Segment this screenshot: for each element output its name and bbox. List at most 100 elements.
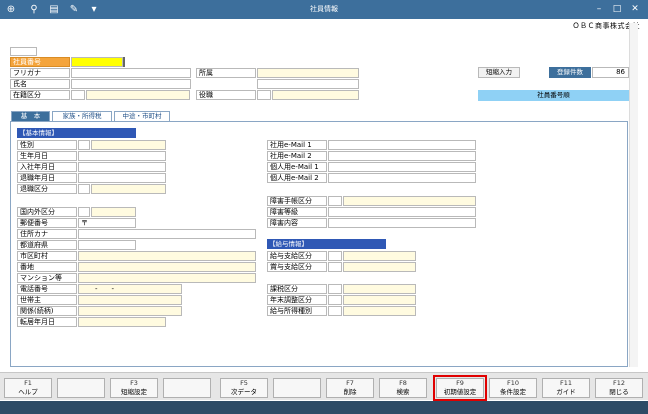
building-input[interactable]: [78, 273, 256, 283]
birth-input[interactable]: [78, 151, 166, 161]
vertical-scrollbar[interactable]: [629, 23, 638, 367]
income-type-name-field: [343, 306, 416, 316]
post-label: 役職: [196, 90, 256, 100]
dept-label: 所属: [196, 68, 256, 78]
salary-section-header: 【給与情報】: [267, 239, 386, 249]
f3-button[interactable]: F3 短縮設定: [110, 378, 158, 398]
move-date-input[interactable]: [78, 317, 166, 327]
prefecture-input[interactable]: [78, 240, 136, 250]
domestic-code-input[interactable]: [78, 207, 90, 217]
postal-mark: 〒: [81, 219, 88, 227]
income-type-label: 給与所得種別: [267, 306, 327, 316]
dept-sub-field: [257, 79, 359, 89]
address-kana-label: 住所カナ: [17, 229, 77, 239]
disability-card-code-input[interactable]: [328, 196, 342, 206]
relation-label: 関係(続柄): [17, 306, 77, 316]
gender-name-field: [91, 140, 166, 150]
city-input[interactable]: [78, 251, 256, 261]
emp-no-input[interactable]: [71, 57, 123, 67]
name-label: 氏名: [10, 79, 70, 89]
status-label: 在籍区分: [10, 90, 70, 100]
disability-card-label: 障害手帳区分: [267, 196, 327, 206]
tax-type-code-input[interactable]: [328, 284, 342, 294]
postal-input[interactable]: 〒: [78, 218, 136, 228]
photo-frame: [10, 47, 37, 56]
title-bar: ⊕ ⚲ ▤ ✎ ▾ 社員情報 – □ ✕: [0, 0, 648, 19]
email1-input[interactable]: [328, 140, 476, 150]
householder-input[interactable]: [78, 295, 182, 305]
bonus-pay-code-input[interactable]: [328, 262, 342, 272]
f5-button[interactable]: F5 次データ: [220, 378, 268, 398]
tax-type-name-field: [343, 284, 416, 294]
f2-button[interactable]: [57, 378, 105, 398]
function-key-bar: F1 ヘルプ F3 短縮設定 F5 次データ F7 削除 F8 検索 F9 初期値設定 F1…: [0, 372, 648, 401]
building-label: マンション等: [17, 273, 77, 283]
personal-email2-label: 個人用e-Mail 2: [267, 173, 327, 183]
f4-button[interactable]: [163, 378, 211, 398]
salary-pay-name-field: [343, 251, 416, 261]
join-label: 入社年月日: [17, 162, 77, 172]
street-label: 番地: [17, 262, 77, 272]
year-end-label: 年末調整区分: [267, 295, 327, 305]
f9-button[interactable]: F9 初期値設定: [433, 375, 487, 401]
basic-section-header: 【基本情報】: [17, 128, 136, 138]
emp-no-label: 社員番号: [10, 57, 70, 67]
disability-detail-label: 障害内容: [267, 218, 327, 228]
salary-pay-code-input[interactable]: [328, 251, 342, 261]
email1-label: 社用e-Mail 1: [267, 140, 327, 150]
dept-field: [257, 68, 359, 78]
retire-date-label: 退職年月日: [17, 173, 77, 183]
text-cursor: [123, 57, 125, 67]
salary-pay-label: 給与支給区分: [267, 251, 327, 261]
f12-button[interactable]: F12 閉じる: [595, 378, 643, 398]
move-date-label: 転居年月日: [17, 317, 77, 327]
phone-input[interactable]: - -: [78, 284, 182, 294]
email2-input[interactable]: [328, 151, 476, 161]
domestic-name-field: [91, 207, 136, 217]
post-name-field: [272, 90, 359, 100]
f10-button[interactable]: F10 条件設定: [489, 378, 537, 398]
post-code-input[interactable]: [257, 90, 271, 100]
disability-grade-input[interactable]: [328, 207, 476, 217]
personal-email2-input[interactable]: [328, 173, 476, 183]
f1-button[interactable]: F1 ヘルプ: [4, 378, 52, 398]
householder-label: 世帯主: [17, 295, 77, 305]
f8-button[interactable]: F8 検索: [379, 378, 427, 398]
personal-email1-label: 個人用e-Mail 1: [267, 162, 327, 172]
birth-label: 生年月日: [17, 151, 77, 161]
status-name-field: [86, 90, 190, 100]
relation-input[interactable]: [78, 306, 182, 316]
f7-button[interactable]: F7 削除: [326, 378, 374, 398]
gender-code-input[interactable]: [78, 140, 90, 150]
retire-type-code-input[interactable]: [78, 184, 90, 194]
status-code-input[interactable]: [71, 90, 85, 100]
close-icon[interactable]: ✕: [628, 3, 642, 16]
phone-label: 電話番号: [17, 284, 77, 294]
gender-label: 性別: [17, 140, 77, 150]
furigana-input[interactable]: [71, 68, 191, 78]
short-input-button[interactable]: 短縮入力: [478, 67, 520, 78]
minimize-icon[interactable]: –: [592, 3, 606, 16]
join-input[interactable]: [78, 162, 166, 172]
address-kana-input[interactable]: [78, 229, 256, 239]
street-input[interactable]: [78, 262, 256, 272]
disability-detail-input[interactable]: [328, 218, 476, 228]
city-label: 市区町村: [17, 251, 77, 261]
retire-date-input[interactable]: [78, 173, 166, 183]
prefecture-label: 都道府県: [17, 240, 77, 250]
postal-label: 郵便番号: [17, 218, 77, 228]
bonus-pay-name-field: [343, 262, 416, 272]
personal-email1-input[interactable]: [328, 162, 476, 172]
furigana-label: フリガナ: [10, 68, 70, 78]
year-end-code-input[interactable]: [328, 295, 342, 305]
income-type-code-input[interactable]: [328, 306, 342, 316]
reg-count-value: 86: [592, 67, 629, 78]
f11-button[interactable]: F11 ガイド: [542, 378, 590, 398]
name-input[interactable]: [71, 79, 191, 89]
order-label[interactable]: 社員番号順: [478, 90, 629, 101]
domestic-label: 国内外区分: [17, 207, 77, 217]
status-bar: [0, 401, 648, 414]
window-title: 社員情報: [310, 5, 338, 13]
maximize-icon[interactable]: □: [610, 3, 624, 16]
f6-button[interactable]: [273, 378, 321, 398]
